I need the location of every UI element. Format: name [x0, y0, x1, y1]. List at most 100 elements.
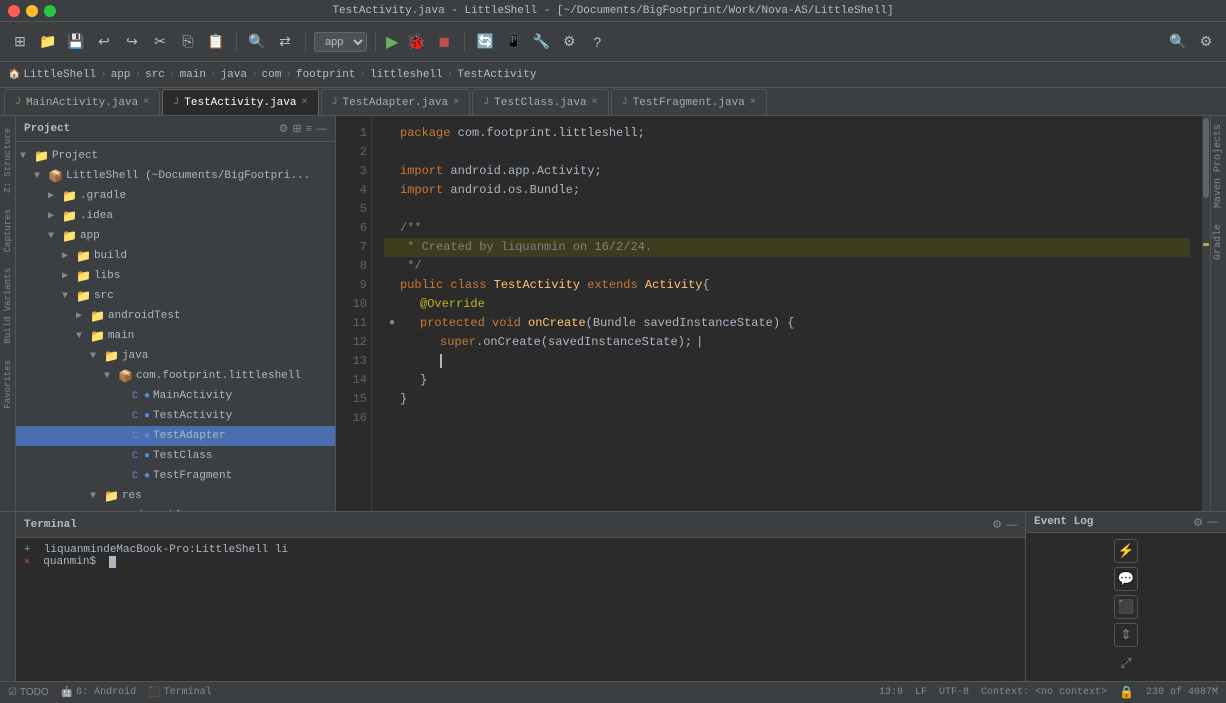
gradle-tab[interactable]: Gradle — [1211, 216, 1226, 268]
tree-androidtest-folder[interactable]: ▶ 📁 androidTest — [16, 306, 335, 326]
tree-package-folder[interactable]: ▼ 📦 com.footprint.littleshell — [16, 366, 335, 386]
maven-projects-tab[interactable]: Maven Projects — [1211, 116, 1226, 216]
tab-close-testfragment[interactable]: × — [750, 97, 756, 108]
tree-testclass-file[interactable]: C ● TestClass — [16, 446, 335, 466]
encoding[interactable]: UTF-8 — [939, 687, 969, 698]
search-everywhere-button[interactable]: 🔍 — [1166, 30, 1190, 54]
gradle-sync-button[interactable]: 🔄 — [473, 30, 497, 54]
tab-testfragment[interactable]: J TestFragment.java × — [611, 89, 767, 115]
tree-libs-folder[interactable]: ▶ 📁 libs — [16, 266, 335, 286]
terminal-content[interactable]: + liquanmindeMacBook-Pro:LittleShell li … — [16, 538, 1025, 681]
todo-button[interactable]: ☑ TODO — [8, 687, 49, 698]
help-button[interactable]: ? — [585, 30, 609, 54]
settings-button[interactable]: ⚙ — [557, 30, 581, 54]
breadcrumb-littleshell[interactable]: 🏠 LittleShell — [8, 69, 96, 81]
event-log-minimize-btn[interactable]: — — [1207, 516, 1218, 528]
tree-testadapter-file[interactable]: C ● TestAdapter — [16, 426, 335, 446]
run-button[interactable]: ▶ — [384, 30, 400, 54]
tree-mainactivity-file[interactable]: C ● MainActivity — [16, 386, 335, 406]
line-ending[interactable]: LF — [915, 687, 927, 698]
breadcrumb-footprint[interactable]: footprint — [296, 69, 355, 81]
window-controls[interactable] — [8, 5, 56, 17]
tree-java-folder[interactable]: ▼ 📁 java — [16, 346, 335, 366]
module-selector[interactable]: app — [314, 32, 367, 52]
hide-btn[interactable]: — — [316, 122, 327, 135]
tree-src-folder[interactable]: ▼ 📁 src — [16, 286, 335, 306]
context-info: Context: <no context> — [981, 687, 1107, 698]
event-log-settings-btn[interactable]: ⚙ — [1193, 516, 1203, 529]
stop-button[interactable]: ◼ — [432, 30, 456, 54]
code-line-10: @Override — [384, 295, 1190, 314]
sdk-button[interactable]: 🔧 — [529, 30, 553, 54]
tree-testfragment-file[interactable]: C ● TestFragment — [16, 466, 335, 486]
event-log-btn-1[interactable]: ⚡ — [1114, 539, 1138, 563]
event-log-btn-3[interactable]: ⬛ — [1114, 595, 1138, 619]
event-log-btn-2[interactable]: 💬 — [1114, 567, 1138, 591]
tree-project[interactable]: ▼ 📁 Project — [16, 146, 335, 166]
tab-close-testactivity[interactable]: × — [301, 97, 307, 108]
maximize-button[interactable] — [44, 5, 56, 17]
settings-right-button[interactable]: ⚙ — [1194, 30, 1218, 54]
terminal-minimize-btn[interactable]: — — [1006, 519, 1017, 531]
structure-tab[interactable]: Z: Structure — [1, 120, 15, 201]
toolbar-btn-3[interactable]: 💾 — [64, 30, 88, 54]
toolbar-btn-2[interactable]: 📁 — [36, 30, 60, 54]
search-button[interactable]: 🔍 — [245, 30, 269, 54]
tree-idea-folder[interactable]: ▶ 📁 .idea — [16, 206, 335, 226]
breadcrumb-com[interactable]: com — [262, 69, 282, 81]
avd-button[interactable]: 📱 — [501, 30, 525, 54]
breadcrumb-testactivity[interactable]: TestActivity — [457, 69, 536, 81]
breadcrumb-src[interactable]: src — [145, 69, 165, 81]
sep-2 — [305, 32, 306, 52]
tab-testclass[interactable]: J TestClass.java × — [472, 89, 608, 115]
breadcrumb-app[interactable]: app — [111, 69, 131, 81]
captures-tab[interactable]: Captures — [1, 201, 15, 260]
settings-btn[interactable]: ≡ — [306, 122, 312, 135]
tab-mainactivity[interactable]: J MainActivity.java × — [4, 89, 160, 115]
java-icon-fragment: J — [622, 97, 628, 108]
debug-button[interactable]: 🐞 — [404, 30, 428, 54]
copy-button[interactable]: ⎘ — [176, 30, 200, 54]
android-status[interactable]: 🤖 6: Android — [61, 687, 136, 699]
cursor-position[interactable]: 13:9 — [879, 687, 903, 698]
sync-btn[interactable]: ⚙ — [278, 122, 288, 135]
favorites-tab[interactable]: Favorites — [1, 352, 15, 417]
replace-button[interactable]: ⇄ — [273, 30, 297, 54]
terminal-settings-btn[interactable]: ⚙ — [992, 518, 1002, 531]
build-variants-tab[interactable]: Build Variants — [1, 260, 15, 352]
tab-close-testadapter[interactable]: × — [453, 97, 459, 108]
editor-content[interactable]: 1 2 3 4 5 6 7 8 9 10 11 12 13 14 15 16 — [336, 116, 1210, 511]
code-editor[interactable]: package com.footprint.littleshell; impor… — [372, 116, 1202, 511]
tab-testactivity[interactable]: J TestActivity.java × — [162, 89, 318, 115]
redo-button[interactable]: ↪ — [120, 30, 144, 54]
breadcrumb-littleshell2[interactable]: littleshell — [370, 69, 443, 81]
tree-build-folder[interactable]: ▶ 📁 build — [16, 246, 335, 266]
tab-testadapter[interactable]: J TestAdapter.java × — [321, 89, 471, 115]
tab-close-testclass[interactable]: × — [592, 97, 598, 108]
minimize-button[interactable] — [26, 5, 38, 17]
tree-app-folder[interactable]: ▼ 📁 app — [16, 226, 335, 246]
scrollbar-thumb[interactable] — [1203, 118, 1209, 198]
code-line-7: * Created by liquanmin on 16/2/24. — [384, 238, 1190, 257]
event-log-btn-4[interactable]: ⇕ — [1114, 623, 1138, 647]
breadcrumb-main[interactable]: main — [180, 69, 206, 81]
tree-gradle-folder[interactable]: ▶ 📁 .gradle — [16, 186, 335, 206]
event-log-title: Event Log — [1034, 516, 1093, 528]
breadcrumb-java[interactable]: java — [221, 69, 247, 81]
tree-main-folder[interactable]: ▼ 📁 main — [16, 326, 335, 346]
event-log-expand-btn[interactable]: ⤢ — [1114, 651, 1138, 675]
cut-button[interactable]: ✂ — [148, 30, 172, 54]
project-tree[interactable]: ▼ 📁 Project ▼ 📦 LittleShell (~Documents/… — [16, 142, 335, 511]
tree-littleshell[interactable]: ▼ 📦 LittleShell (~Documents/BigFootpri..… — [16, 166, 335, 186]
tree-res-folder[interactable]: ▼ 📁 res — [16, 486, 335, 506]
toolbar-btn-1[interactable]: ⊞ — [8, 30, 32, 54]
terminal-status[interactable]: ⬛ Terminal — [148, 687, 211, 699]
paste-button[interactable]: 📋 — [204, 30, 228, 54]
tab-close-mainactivity[interactable]: × — [143, 97, 149, 108]
code-line-5 — [384, 200, 1190, 219]
tree-testactivity-file[interactable]: C ● TestActivity — [16, 406, 335, 426]
undo-button[interactable]: ↩ — [92, 30, 116, 54]
expand-btn[interactable]: ⊞ — [292, 122, 301, 135]
close-button[interactable] — [8, 5, 20, 17]
editor-scrollbar[interactable] — [1202, 116, 1210, 511]
